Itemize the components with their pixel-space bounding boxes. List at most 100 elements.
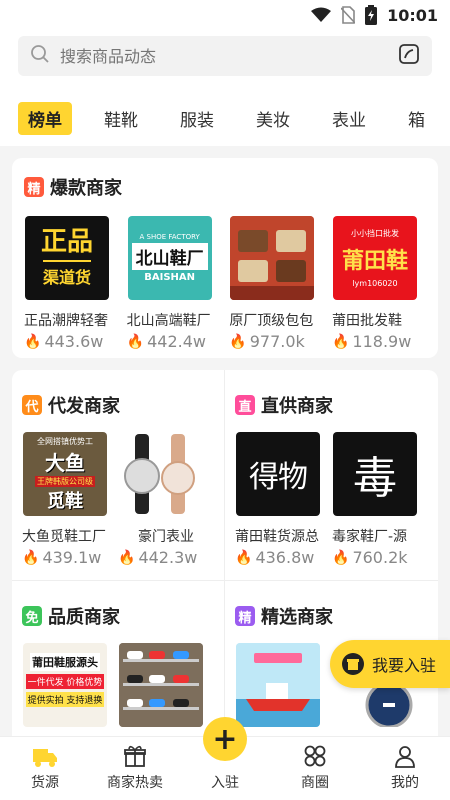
nav-label: 货源 <box>31 775 59 791</box>
merchant-thumbnail: 全网搭镇优势工 大鱼 王牌韩版公司级 觅鞋 <box>23 432 107 516</box>
merchant-item[interactable]: 小小挡口批发 莆田鞋 lym106020 莆田批发鞋 🔥 118.9w <box>332 216 426 351</box>
merchant-name: 原厂顶级包包 <box>229 313 314 329</box>
section-title: 精 精选商家 <box>235 603 428 629</box>
nav-item-join[interactable]: + 入驻 <box>180 717 270 800</box>
merchant-name: 毒家鞋厂-源 <box>332 529 408 545</box>
search-bar[interactable] <box>18 36 432 76</box>
user-icon <box>395 746 415 768</box>
scan-icon[interactable] <box>398 43 420 69</box>
merchant-item[interactable]: 毒 毒家鞋厂-源 🔥 760.2k <box>332 432 428 567</box>
bags-photo <box>230 216 315 300</box>
section-title-text: 代发商家 <box>48 396 120 417</box>
merchant-thumbnail <box>119 432 203 516</box>
merchant-name: 大鱼觅鞋工厂 <box>22 529 106 545</box>
no-sim-icon <box>341 6 356 24</box>
nav-item-hot-sale[interactable]: 商家热卖 <box>90 737 180 800</box>
section-badge: 免 <box>22 606 42 626</box>
section-title: 精 爆款商家 <box>24 174 426 200</box>
flame-icon: 🔥 <box>332 549 350 566</box>
merchant-list: 正品 渠道货 正品潮牌轻奢 🔥 443.6w A SHOE FACTORY 北山鞋… <box>24 216 426 351</box>
merchant-item[interactable]: 莆田鞋服源头 一件代发 价格优势 提供实拍 支持退换 <box>22 643 118 727</box>
merchant-thumbnail <box>119 643 203 727</box>
category-tabs: 榜单 鞋靴 服装 美妆 表业 箱 <box>18 102 432 135</box>
merchant-item[interactable]: 正品 渠道货 正品潮牌轻奢 🔥 443.6w <box>24 216 118 351</box>
flame-icon: 🔥 <box>24 333 42 350</box>
nav-label: 商家热卖 <box>107 775 163 791</box>
section-badge: 精 <box>235 606 255 626</box>
tab-ranking[interactable]: 榜单 <box>18 102 72 135</box>
flame-icon: 🔥 <box>229 333 247 350</box>
merchant-item[interactable] <box>118 643 214 727</box>
merchant-thumbnail: 小小挡口批发 莆田鞋 lym106020 <box>332 216 417 300</box>
merchant-item[interactable]: 原厂顶级包包 🔥 977.0k <box>229 216 323 351</box>
dropship-merchants: 代 代发商家 全网搭镇优势工 大鱼 王牌韩版公司级 觅鞋 大鱼觅鞋工厂 🔥 439… <box>12 370 225 580</box>
plus-icon[interactable]: + <box>203 717 247 761</box>
merchant-heat: 🔥 442.4w <box>126 332 206 351</box>
merchant-thumbnail <box>230 216 315 300</box>
merchant-item[interactable]: 得物 莆田鞋货源总 🔥 436.8w <box>235 432 331 567</box>
section-badge: 直 <box>235 395 255 415</box>
tab-clothing[interactable]: 服装 <box>170 102 224 135</box>
section-title: 免 品质商家 <box>22 603 214 629</box>
flame-icon: 🔥 <box>118 549 136 566</box>
nav-label: 我的 <box>391 775 419 791</box>
merchant-item[interactable]: 全网搭镇优势工 大鱼 王牌韩版公司级 觅鞋 大鱼觅鞋工厂 🔥 439.1w <box>22 432 118 567</box>
section-title: 直 直供商家 <box>235 392 428 418</box>
section-badge: 代 <box>22 395 42 415</box>
flame-icon: 🔥 <box>235 549 253 566</box>
nav-label: 入驻 <box>211 775 239 791</box>
nav-item-circle[interactable]: 商圈 <box>270 737 360 800</box>
merchant-name: 豪门表业 <box>138 529 194 545</box>
join-button-label: 我要入驻 <box>372 656 437 675</box>
battery-icon <box>365 5 378 25</box>
flame-icon: 🔥 <box>331 333 350 350</box>
merchant-thumbnail: A SHOE FACTORY 北山鞋厂 BAISHAN <box>127 216 212 300</box>
nav-item-me[interactable]: 我的 <box>360 737 450 800</box>
wifi-icon <box>311 7 332 23</box>
merchant-heat: 🔥 977.0k <box>229 332 305 351</box>
section-badge: 精 <box>24 177 44 197</box>
merchant-item[interactable]: A SHOE FACTORY 北山鞋厂 BAISHAN 北山高端鞋厂 🔥 442.… <box>127 216 221 351</box>
merchant-item[interactable] <box>235 643 331 727</box>
ship-banner-photo <box>236 643 320 727</box>
tab-bags[interactable]: 箱 <box>398 102 435 135</box>
header: 榜单 鞋靴 服装 美妆 表业 箱 <box>0 30 450 146</box>
section-title: 代 代发商家 <box>22 392 214 418</box>
merchant-sections-row: 代 代发商家 全网搭镇优势工 大鱼 王牌韩版公司级 觅鞋 大鱼觅鞋工厂 🔥 439… <box>12 370 438 580</box>
merchant-thumbnail: 正品 渠道货 <box>25 216 109 300</box>
flame-icon: 🔥 <box>126 333 145 350</box>
merchant-item[interactable]: 豪门表业 🔥 442.3w <box>118 432 214 567</box>
merchant-name: 北山高端鞋厂 <box>126 313 211 329</box>
nav-item-source[interactable]: 货源 <box>0 737 90 800</box>
merchant-heat: 🔥 443.6w <box>24 332 104 351</box>
shoe-shelf-photo <box>119 643 203 727</box>
merchant-list: 全网搭镇优势工 大鱼 王牌韩版公司级 觅鞋 大鱼觅鞋工厂 🔥 439.1w 豪门… <box>22 432 214 567</box>
merchant-heat: 🔥 442.3w <box>118 548 198 567</box>
status-bar: 10:01 <box>0 0 450 30</box>
merchant-thumbnail: 莆田鞋服源头 一件代发 价格优势 提供实拍 支持退换 <box>23 643 107 727</box>
bottom-nav: 货源 商家热卖 + 入驻 商圈 我的 <box>0 717 450 800</box>
tab-beauty[interactable]: 美妆 <box>246 102 300 135</box>
join-button[interactable]: 我要入驻 <box>330 640 450 688</box>
tab-watches[interactable]: 表业 <box>322 102 376 135</box>
tab-shoes[interactable]: 鞋靴 <box>94 102 148 135</box>
merchant-list: 得物 莆田鞋货源总 🔥 436.8w 毒 毒家鞋厂-源 🔥 760.2k <box>235 432 428 567</box>
search-icon <box>30 44 50 68</box>
section-title-text: 爆款商家 <box>50 178 122 199</box>
section-title-text: 精选商家 <box>261 607 333 628</box>
clock: 10:01 <box>387 5 438 25</box>
merchant-name: 莆田鞋货源总 <box>235 529 319 545</box>
hot-merchants-card: 精 爆款商家 正品 渠道货 正品潮牌轻奢 🔥 443.6w A SHOE FACT… <box>12 158 438 358</box>
gift-icon <box>124 745 146 767</box>
grid-circles-icon <box>304 745 326 767</box>
merchant-name: 莆田批发鞋 <box>331 313 402 329</box>
quality-merchants: 免 品质商家 莆田鞋服源头 一件代发 价格优势 提供实拍 支持退换 <box>12 581 225 741</box>
search-input[interactable] <box>60 46 398 66</box>
nav-label: 商圈 <box>301 775 329 791</box>
direct-supply-merchants: 直 直供商家 得物 莆田鞋货源总 🔥 436.8w 毒 毒家鞋厂-源 🔥 760.2… <box>225 370 438 580</box>
store-icon <box>342 653 364 675</box>
merchant-heat: 🔥 760.2k <box>332 548 408 567</box>
truck-icon <box>33 749 57 767</box>
section-title-text: 品质商家 <box>48 607 120 628</box>
merchant-thumbnail: 毒 <box>333 432 417 516</box>
